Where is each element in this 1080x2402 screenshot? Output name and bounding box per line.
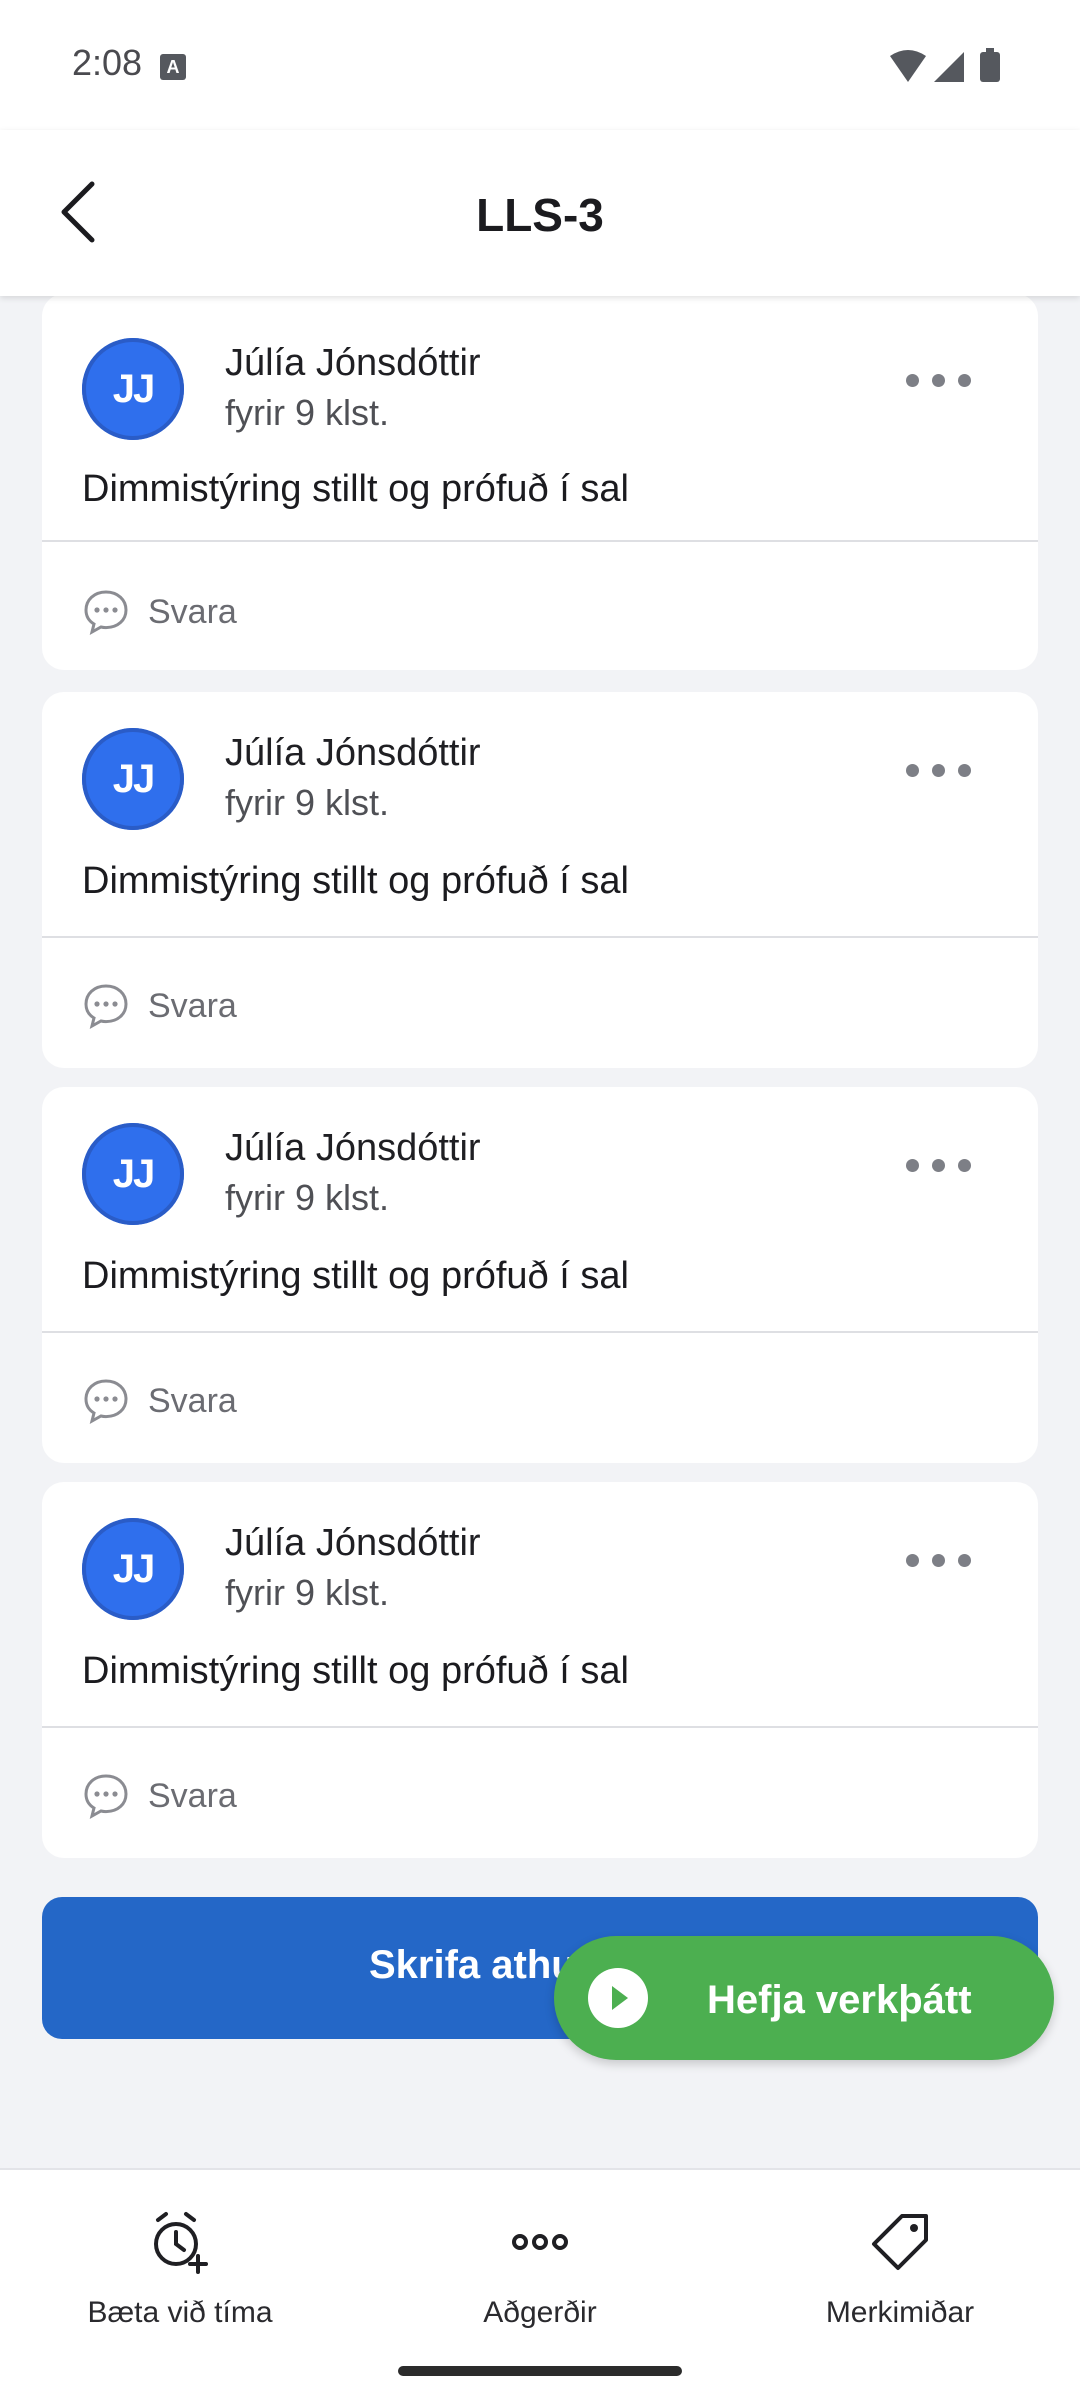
wifi-icon xyxy=(890,50,926,82)
comment-author: Júlía Jónsdóttir xyxy=(225,1522,481,1564)
comment-author: Júlía Jónsdóttir xyxy=(225,342,481,384)
clock-plus-icon xyxy=(154,2212,208,2274)
app-header: LLS-3 xyxy=(0,130,1080,296)
comment-more-button[interactable] xyxy=(906,1159,986,1183)
notification-icon: A xyxy=(160,54,186,80)
chat-bubble-icon xyxy=(84,1774,128,1819)
play-icon xyxy=(588,1968,648,2028)
start-task-label: Hefja verkþátt xyxy=(707,1978,972,2022)
home-indicator[interactable] xyxy=(398,2366,682,2376)
comment-message: Dimmistýring stillt og prófuð í sal xyxy=(82,860,629,902)
chat-bubble-icon xyxy=(84,984,128,1029)
avatar: JJ xyxy=(82,1123,184,1225)
start-task-button[interactable]: Hefja verkþátt xyxy=(554,1936,1054,2060)
nav-labels-label: Merkimiðar xyxy=(825,2296,975,2329)
comment-card: JJ Júlía Jónsdóttir fyrir 9 klst. Dimmis… xyxy=(42,1087,1038,1463)
reply-label: Svara xyxy=(148,1382,237,1420)
status-bar: 2:08 A xyxy=(0,0,1080,130)
comment-more-button[interactable] xyxy=(906,764,986,788)
avatar: JJ xyxy=(82,728,184,830)
comment-author: Júlía Jónsdóttir xyxy=(225,732,481,774)
comment-message: Dimmistýring stillt og prófuð í sal xyxy=(82,1255,629,1297)
nav-labels[interactable]: Merkimiðar xyxy=(750,2210,1050,2360)
reply-label: Svara xyxy=(148,1777,237,1815)
signal-icon xyxy=(934,52,964,82)
comment-card: JJ Júlía Jónsdóttir fyrir 9 klst. Dimmis… xyxy=(42,1482,1038,1858)
comment-author: Júlía Jónsdóttir xyxy=(225,1127,481,1169)
tag-icon xyxy=(872,2214,928,2270)
avatar: JJ xyxy=(82,1518,184,1620)
status-time: 2:08 xyxy=(72,42,143,83)
divider xyxy=(42,936,1038,938)
comment-card: JJ Júlía Jónsdóttir fyrir 9 klst. Dimmis… xyxy=(42,294,1038,670)
chat-bubble-icon xyxy=(84,590,128,635)
avatar: JJ xyxy=(82,338,184,440)
divider xyxy=(42,1331,1038,1333)
nav-add-time[interactable]: Bæta við tíma xyxy=(30,2210,330,2360)
comment-message: Dimmistýring stillt og prófuð í sal xyxy=(82,1650,629,1692)
reply-label: Svara xyxy=(148,987,237,1025)
more-horizontal-icon xyxy=(512,2234,568,2250)
reply-label: Svara xyxy=(148,593,237,631)
divider xyxy=(42,540,1038,542)
nav-actions-label: Aðgerðir xyxy=(483,2296,597,2329)
divider xyxy=(42,1726,1038,1728)
comment-time: fyrir 9 klst. xyxy=(225,782,390,823)
nav-actions[interactable]: Aðgerðir xyxy=(390,2210,690,2360)
reply-button[interactable]: Svara xyxy=(82,962,342,1042)
comment-time: fyrir 9 klst. xyxy=(225,392,390,433)
reply-button[interactable]: Svara xyxy=(82,1357,342,1437)
comment-time: fyrir 9 klst. xyxy=(225,1572,390,1613)
comment-card: JJ Júlía Jónsdóttir fyrir 9 klst. Dimmis… xyxy=(42,692,1038,1068)
comment-time: fyrir 9 klst. xyxy=(225,1177,390,1218)
chat-bubble-icon xyxy=(84,1379,128,1424)
reply-button[interactable]: Svara xyxy=(82,568,342,648)
reply-button[interactable]: Svara xyxy=(82,1752,342,1832)
page-title: LLS-3 xyxy=(476,189,604,241)
comment-message: Dimmistýring stillt og prófuð í sal xyxy=(82,468,629,510)
comment-more-button[interactable] xyxy=(906,1554,986,1578)
battery-icon xyxy=(980,52,1000,82)
nav-add-time-label: Bæta við tíma xyxy=(87,2296,273,2329)
comment-more-button[interactable] xyxy=(906,374,986,398)
status-icons xyxy=(890,48,1000,82)
